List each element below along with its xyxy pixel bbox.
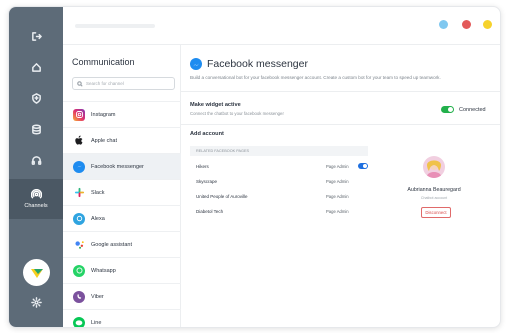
channel-item[interactable]: Whatsapp xyxy=(63,257,181,283)
connection-status: Connected xyxy=(459,107,486,113)
channel-label: Slack xyxy=(91,189,105,196)
window-dot-red[interactable] xyxy=(462,20,471,29)
widget-title: Make widget active xyxy=(190,102,241,108)
channel-label: Line xyxy=(91,319,102,326)
widget-subtitle: Connect the chatbot to your facebook mes… xyxy=(190,111,284,116)
channel-label: Google assistant xyxy=(91,241,132,248)
viber-icon xyxy=(73,290,85,303)
channel-label: Viber xyxy=(91,293,104,300)
channel-item[interactable]: Viber xyxy=(63,283,181,309)
channel-label: Facebook messenger xyxy=(91,163,144,170)
home-icon[interactable] xyxy=(9,56,63,78)
placeholder-bar xyxy=(75,24,155,28)
divider xyxy=(181,91,500,92)
channel-item[interactable]: Slack xyxy=(63,179,181,205)
avatar xyxy=(423,156,445,178)
app-logo xyxy=(23,259,50,286)
rail-item-label: Channels xyxy=(24,203,48,209)
shield-icon[interactable] xyxy=(9,87,63,109)
page-title: Facebook messenger xyxy=(207,58,308,70)
page-role: Page Admin xyxy=(326,179,349,184)
page-row: Diabetol Tech Page Admin xyxy=(190,207,368,217)
user-role: Chatbot account xyxy=(420,196,448,200)
instagram-icon xyxy=(73,108,85,121)
channels-icon xyxy=(30,189,42,199)
app-window: Channels Communication Search for channe… xyxy=(8,6,501,328)
channel-item[interactable]: Line xyxy=(63,309,181,327)
pages-header: RELATED FACEBOOK PAGES xyxy=(190,146,368,156)
line-icon xyxy=(73,316,85,327)
add-account-title: Add account xyxy=(190,131,224,137)
rail-item-channels[interactable]: Channels xyxy=(9,179,63,219)
divider xyxy=(181,124,500,125)
top-bar xyxy=(63,7,500,45)
channel-search-input[interactable]: Search for channel xyxy=(72,77,175,90)
channel-item[interactable]: Google assistant xyxy=(63,231,181,257)
page-role: Page Admin xyxy=(326,164,349,169)
window-dot-yellow[interactable] xyxy=(483,20,492,29)
disconnect-button[interactable]: Disconnect xyxy=(421,207,451,218)
channel-item[interactable]: Alexa xyxy=(63,205,181,231)
page-role: Page Admin xyxy=(326,209,349,214)
settings-icon[interactable] xyxy=(9,291,63,313)
page-description: Build a conversational bot for your face… xyxy=(190,75,441,80)
channel-label: Apple chat xyxy=(91,137,117,144)
channel-item[interactable]: Instagram xyxy=(63,101,181,127)
apple-icon xyxy=(73,135,85,147)
channel-item[interactable]: Apple chat xyxy=(63,127,181,153)
channel-detail: Facebook messenger Build a conversationa… xyxy=(181,45,500,327)
headphones-icon[interactable] xyxy=(9,149,63,171)
page-name: Hikers xyxy=(196,164,209,169)
page-name: United People of Auroville xyxy=(196,194,248,199)
page-row: Skyscrape Page Admin xyxy=(190,177,368,187)
window-dot-blue[interactable] xyxy=(439,20,448,29)
messenger-icon xyxy=(73,160,85,173)
channel-label: Instagram xyxy=(91,111,116,118)
panel-title: Communication xyxy=(72,57,135,67)
database-icon[interactable] xyxy=(9,118,63,140)
messenger-icon xyxy=(190,58,202,70)
whatsapp-icon xyxy=(73,264,85,277)
logo-icon xyxy=(30,268,43,278)
widget-toggle[interactable] xyxy=(441,106,454,113)
icon-rail: Channels xyxy=(9,7,63,327)
search-icon xyxy=(77,80,83,87)
google-assistant-icon xyxy=(73,239,85,251)
channels-panel: Communication Search for channel Instagr… xyxy=(63,45,181,327)
logout-icon[interactable] xyxy=(9,25,63,47)
channel-item[interactable]: Facebook messenger xyxy=(63,153,181,179)
page-role: Page Admin xyxy=(326,194,349,199)
alexa-icon xyxy=(73,212,85,225)
page-name: Diabetol Tech xyxy=(196,209,224,214)
channel-label: Whatsapp xyxy=(91,267,116,274)
slack-icon xyxy=(73,187,85,199)
channel-label: Alexa xyxy=(91,215,105,222)
page-row: United People of Auroville Page Admin xyxy=(190,192,368,202)
page-row: Hikers Page Admin xyxy=(190,162,368,172)
page-name: Skyscrape xyxy=(196,179,218,184)
page-toggle[interactable] xyxy=(358,163,368,169)
user-name: Aubrianna Beauregard xyxy=(407,187,461,193)
search-placeholder: Search for channel xyxy=(86,81,124,86)
